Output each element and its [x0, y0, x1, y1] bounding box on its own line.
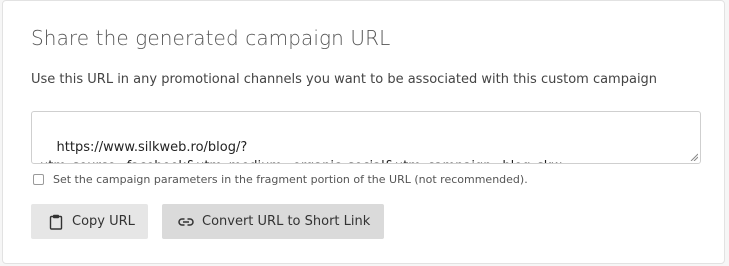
panel-subtitle: Use this URL in any promotional channels… — [31, 72, 658, 87]
convert-short-link-button[interactable]: Convert URL to Short Link — [162, 204, 384, 239]
copy-url-button[interactable]: Copy URL — [31, 204, 148, 239]
resize-grip-icon[interactable] — [690, 153, 698, 161]
fragment-option-row[interactable]: Set the campaign parameters in the fragm… — [33, 170, 528, 188]
generated-url-text: https://www.silkweb.ro/blog/? utm_source… — [40, 140, 562, 163]
copy-url-label: Copy URL — [72, 214, 135, 229]
panel-title: Share the generated campaign URL — [31, 26, 391, 50]
generated-url-textarea[interactable]: https://www.silkweb.ro/blog/? utm_source… — [31, 111, 701, 164]
share-campaign-url-panel: Share the generated campaign URL Use thi… — [2, 0, 725, 264]
convert-short-link-label: Convert URL to Short Link — [202, 214, 371, 229]
fragment-checkbox[interactable] — [33, 173, 44, 185]
link-icon — [178, 214, 194, 230]
clipboard-icon — [48, 214, 64, 230]
fragment-checkbox-label: Set the campaign parameters in the fragm… — [53, 172, 528, 186]
